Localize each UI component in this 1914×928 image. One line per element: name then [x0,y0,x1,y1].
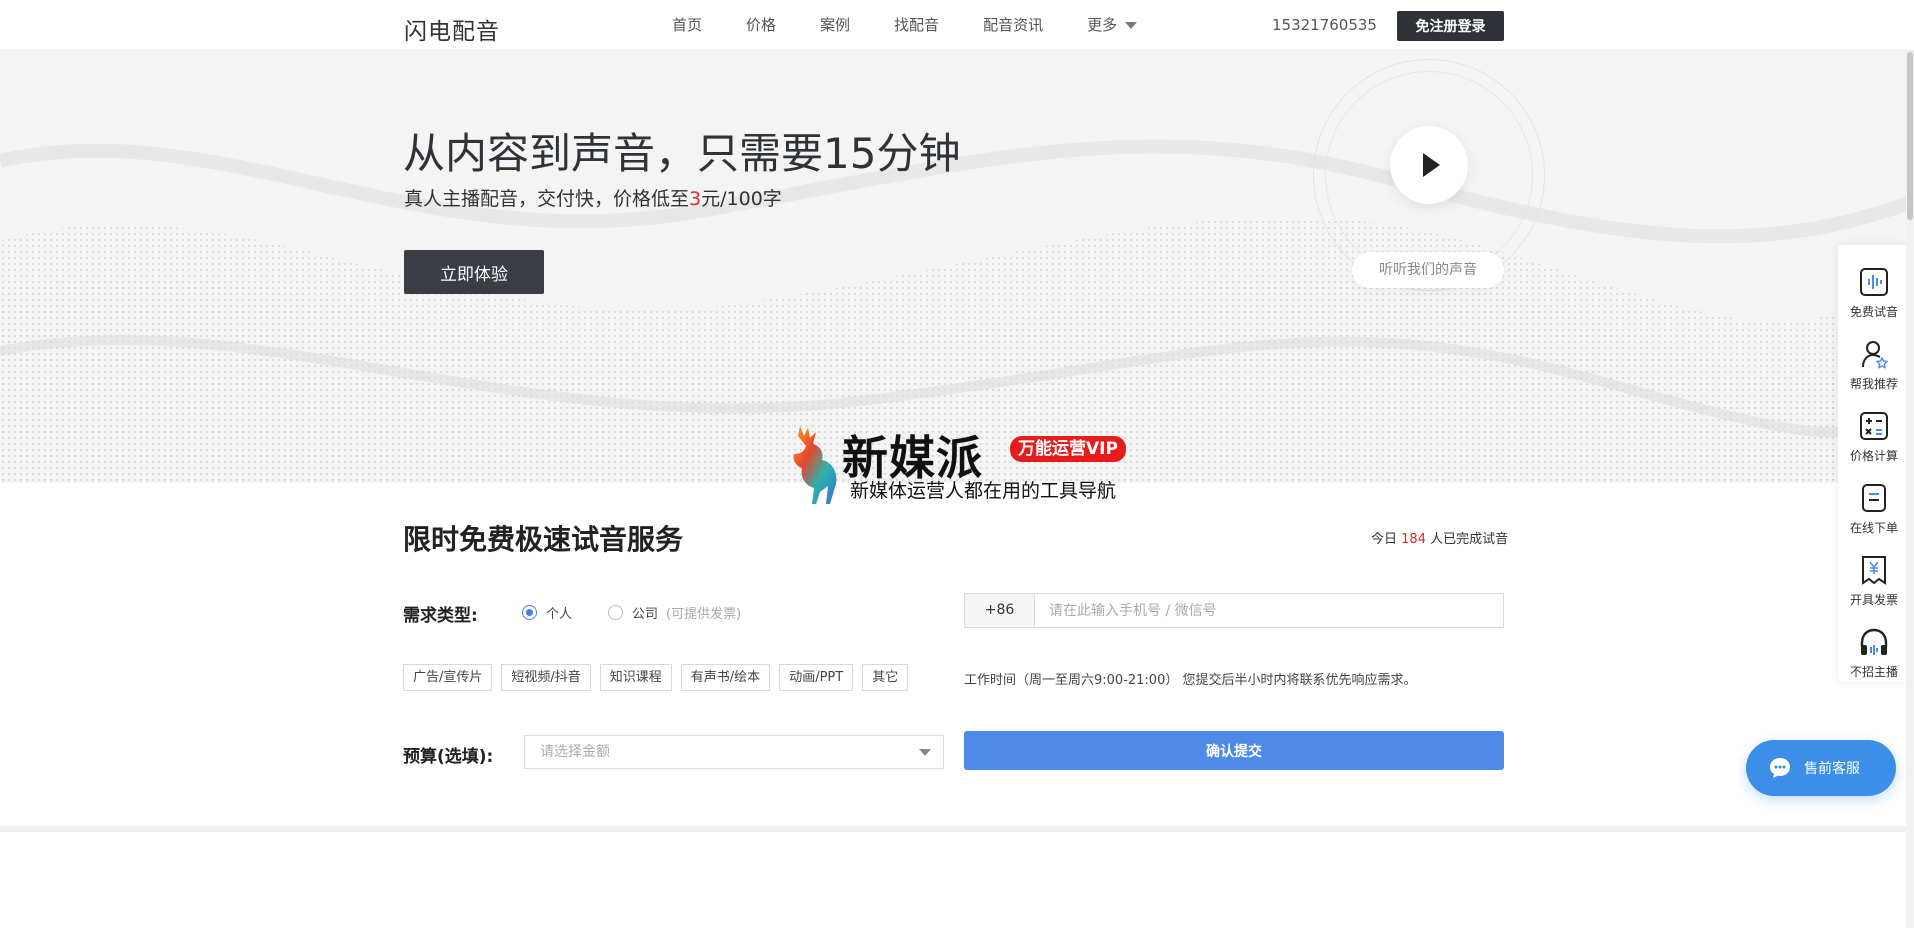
hero-price-value: 3 [689,188,702,210]
demand-type-label: 需求类型: [403,606,478,626]
nav-link-pricing[interactable]: 价格 [746,0,776,51]
tag-short-video[interactable]: 短视频/抖音 [501,664,591,691]
listen-sample-label[interactable]: 听听我们的声音 [1352,252,1504,288]
presales-chat-button[interactable]: 售前客服 [1746,740,1896,796]
side-item-anchor[interactable]: 不招主播 [1838,613,1910,685]
section-divider [0,826,1914,832]
nav-links: 首页 价格 案例 找配音 配音资讯 更多 [672,0,1181,51]
radio-checked-icon [522,605,537,620]
tag-course[interactable]: 知识课程 [599,664,672,691]
try-now-button[interactable]: 立即体验 [404,250,544,294]
side-label-invoice: 开具发票 [1849,593,1898,607]
play-icon[interactable] [1390,126,1468,204]
category-tags: 广告/宣传片 短视频/抖音 知识课程 有声书/绘本 动画/PPT 其它 [403,664,917,691]
side-item-recommend[interactable]: 帮我推荐 [1838,325,1910,397]
page: 闪电配音 首页 价格 案例 找配音 配音资讯 更多 15321760535 免注… [0,0,1914,928]
budget-select-placeholder: 请选择金额 [540,744,610,760]
phone-input-group: +86 [964,593,1504,628]
wave-background-illustration [0,51,1914,483]
today-count: 今日 184 人已完成试音 [1371,528,1508,547]
radio-company[interactable]: 公司 (可提供发票) [608,603,741,622]
headphones-icon [1860,628,1888,655]
hero-title: 从内容到声音，只需要15分钟 [403,129,961,178]
side-label-recommend: 帮我推荐 [1849,377,1898,391]
calculator-icon [1860,412,1888,440]
banner-tagline: 新媒体运营人都在用的工具导航 [850,480,1117,502]
today-count-prefix: 今日 [1371,532,1398,547]
chevron-down-icon [1125,22,1138,29]
side-label-free-trial: 免费试音 [1849,305,1898,319]
chat-bubble-icon [1770,758,1790,778]
side-toolbar: 免费试音 帮我推荐 价格计算 在线下单 开具发票 不招主播 [1838,245,1910,682]
user-star-icon [1862,341,1889,369]
document-icon [1862,484,1886,512]
login-button[interactable]: 免注册登录 [1397,11,1504,41]
banner-vip-badge: 万能运营VIP [1010,436,1126,462]
nav-link-home[interactable]: 首页 [672,0,702,51]
scrollbar-thumb[interactable] [1907,52,1913,220]
radio-company-hint: (可提供发票) [666,607,742,622]
tag-ad[interactable]: 广告/宣传片 [403,664,493,691]
chat-label: 售前客服 [1804,761,1860,777]
hero-section: 从内容到声音，只需要15分钟 真人主播配音，交付快，价格低至3元/100字 立即… [0,51,1914,483]
today-count-value: 184 [1401,532,1426,547]
side-item-free-trial[interactable]: 免费试音 [1838,253,1910,325]
page-scrollbar[interactable] [1906,0,1914,928]
hero-price-unit: 元/100字 [701,188,782,210]
work-time-note: 工作时间（周一至周六9:00-21:00） 您提交后半小时内将联系优先响应需求。 [964,673,1417,688]
budget-select[interactable]: 请选择金额 [524,735,944,769]
hero-subtitle-text: 真人主播配音，交付快，价格低至 [404,188,690,210]
phone-input[interactable] [1035,594,1503,627]
waveform-icon [1860,268,1888,296]
tag-audiobook[interactable]: 有声书/绘本 [680,664,771,691]
side-label-anchor: 不招主播 [1849,665,1898,679]
promo-banner[interactable]: 新媒派 万能运营VIP 新媒体运营人都在用的工具导航 [780,422,1136,506]
top-navbar: 闪电配音 首页 价格 案例 找配音 配音资讯 更多 15321760535 免注… [0,0,1914,51]
nav-link-find-voice[interactable]: 找配音 [894,0,939,51]
side-item-price-calc[interactable]: 价格计算 [1838,397,1910,469]
radio-company-label: 公司 [632,607,659,622]
chevron-down-icon [919,749,931,756]
deer-logo-icon [793,426,837,504]
nav-link-news[interactable]: 配音资讯 [983,0,1043,51]
side-item-order[interactable]: 在线下单 [1838,469,1910,541]
nav-link-cases[interactable]: 案例 [820,0,850,51]
country-code[interactable]: +86 [965,594,1035,627]
tag-animation[interactable]: 动画/PPT [779,664,854,691]
radio-personal[interactable]: 个人 [522,603,572,622]
today-count-suffix: 人已完成试音 [1430,532,1509,547]
submit-button[interactable]: 确认提交 [964,731,1504,770]
radio-personal-label: 个人 [546,607,573,622]
tag-other[interactable]: 其它 [862,664,909,691]
contact-phone: 15321760535 [1272,16,1377,34]
side-label-price-calc: 价格计算 [1849,449,1898,463]
side-label-order: 在线下单 [1849,521,1898,535]
nav-more-label: 更多 [1087,16,1118,34]
radio-unchecked-icon [608,605,623,620]
site-logo[interactable]: 闪电配音 [404,12,500,45]
budget-label: 预算(选填): [403,747,494,767]
invoice-icon [1862,556,1886,585]
section-title: 限时免费极速试音服务 [403,523,684,556]
hero-subtitle: 真人主播配音，交付快，价格低至3元/100字 [404,184,782,211]
nav-more-dropdown[interactable]: 更多 [1087,0,1138,51]
side-item-invoice[interactable]: 开具发票 [1838,541,1910,613]
